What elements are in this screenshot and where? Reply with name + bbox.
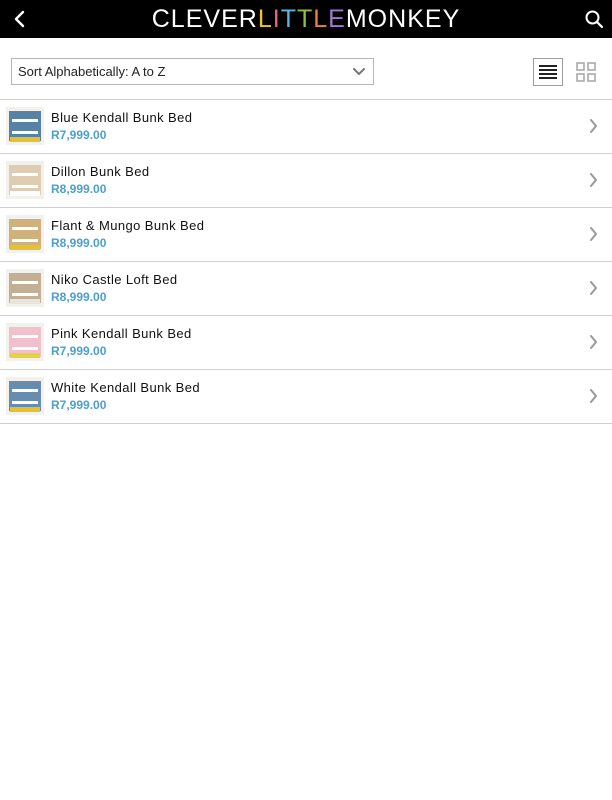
product-price: R7,999.00	[51, 398, 107, 412]
grid-view-button[interactable]	[572, 58, 600, 86]
chevron-right-icon	[586, 172, 600, 188]
search-button[interactable]	[582, 7, 606, 31]
logo-letter: L	[313, 5, 329, 33]
top-bar: CLEVERLITTLEMONKEY	[0, 0, 612, 38]
sort-toolbar: Sort Alphabetically: A to Z	[0, 38, 612, 100]
product-name[interactable]: Niko Castle Loft Bed	[51, 272, 178, 287]
grid-view-icon	[576, 62, 596, 82]
product-info: Niko Castle Loft Bed R8,999.00	[51, 272, 178, 304]
product-price: R7,999.00	[51, 344, 107, 358]
chevron-right-icon	[586, 334, 600, 350]
search-icon	[585, 10, 604, 29]
brand-logo[interactable]: CLEVERLITTLEMONKEY	[152, 0, 461, 38]
logo-letter: E	[221, 5, 239, 33]
product-thumbnail[interactable]	[6, 107, 44, 145]
product-row[interactable]: Flant & Mungo Bunk Bed R8,999.00	[0, 208, 612, 262]
back-button[interactable]	[8, 7, 32, 31]
chevron-right-icon	[586, 280, 600, 296]
logo-letter: Y	[442, 5, 461, 33]
logo-letter: M	[345, 5, 368, 33]
logo-letter: V	[203, 5, 222, 33]
product-name[interactable]: Dillon Bunk Bed	[51, 164, 150, 179]
product-row[interactable]: Niko Castle Loft Bed R8,999.00	[0, 262, 612, 316]
product-name[interactable]: Pink Kendall Bunk Bed	[51, 326, 192, 341]
product-thumbnail[interactable]	[6, 377, 44, 415]
chevron-right-icon	[586, 226, 600, 242]
logo-letter: E	[328, 5, 346, 33]
product-name[interactable]: Blue Kendall Bunk Bed	[51, 110, 192, 125]
product-row[interactable]: Dillon Bunk Bed R8,999.00	[0, 154, 612, 208]
chevron-right-icon	[586, 388, 600, 404]
list-view-icon	[539, 65, 557, 79]
product-info: White Kendall Bunk Bed R7,999.00	[51, 380, 200, 412]
product-row[interactable]: Blue Kendall Bunk Bed R7,999.00	[0, 100, 612, 154]
product-info: Blue Kendall Bunk Bed R7,999.00	[51, 110, 192, 142]
logo-letter: E	[185, 5, 204, 33]
chevron-left-icon	[14, 10, 25, 28]
sort-dropdown[interactable]: Sort Alphabetically: A to Z	[11, 58, 374, 85]
logo-letter: E	[424, 5, 443, 33]
product-thumbnail[interactable]	[6, 161, 44, 199]
sort-dropdown-label: Sort Alphabetically: A to Z	[18, 64, 166, 79]
product-price: R7,999.00	[51, 128, 107, 142]
product-thumbnail[interactable]	[6, 323, 44, 361]
product-price: R8,999.00	[51, 182, 107, 196]
logo-letter: R	[238, 5, 258, 33]
logo-letter: L	[170, 5, 186, 33]
product-row[interactable]: Pink Kendall Bunk Bed R7,999.00	[0, 316, 612, 370]
chevron-right-icon	[586, 118, 600, 134]
logo-letter: T	[280, 5, 297, 33]
product-info: Dillon Bunk Bed R8,999.00	[51, 164, 150, 196]
logo-letter: C	[151, 5, 171, 33]
product-thumbnail[interactable]	[6, 215, 44, 253]
product-thumbnail[interactable]	[6, 269, 44, 307]
product-price: R8,999.00	[51, 236, 107, 250]
logo-letter: N	[388, 5, 408, 33]
chevron-down-icon	[349, 62, 369, 82]
product-price: R8,999.00	[51, 290, 107, 304]
list-view-button[interactable]	[533, 58, 563, 86]
product-name[interactable]: White Kendall Bunk Bed	[51, 380, 200, 395]
logo-letter: O	[367, 5, 389, 33]
product-name[interactable]: Flant & Mungo Bunk Bed	[51, 218, 204, 233]
product-list: Blue Kendall Bunk Bed R7,999.00 Dillon Bun…	[0, 100, 612, 424]
product-info: Pink Kendall Bunk Bed R7,999.00	[51, 326, 192, 358]
logo-letter: T	[296, 5, 314, 33]
product-info: Flant & Mungo Bunk Bed R8,999.00	[51, 218, 204, 250]
product-row[interactable]: White Kendall Bunk Bed R7,999.00	[0, 370, 612, 424]
logo-letter: I	[272, 5, 281, 33]
logo-letter: L	[257, 5, 273, 33]
logo-letter: K	[407, 5, 425, 33]
